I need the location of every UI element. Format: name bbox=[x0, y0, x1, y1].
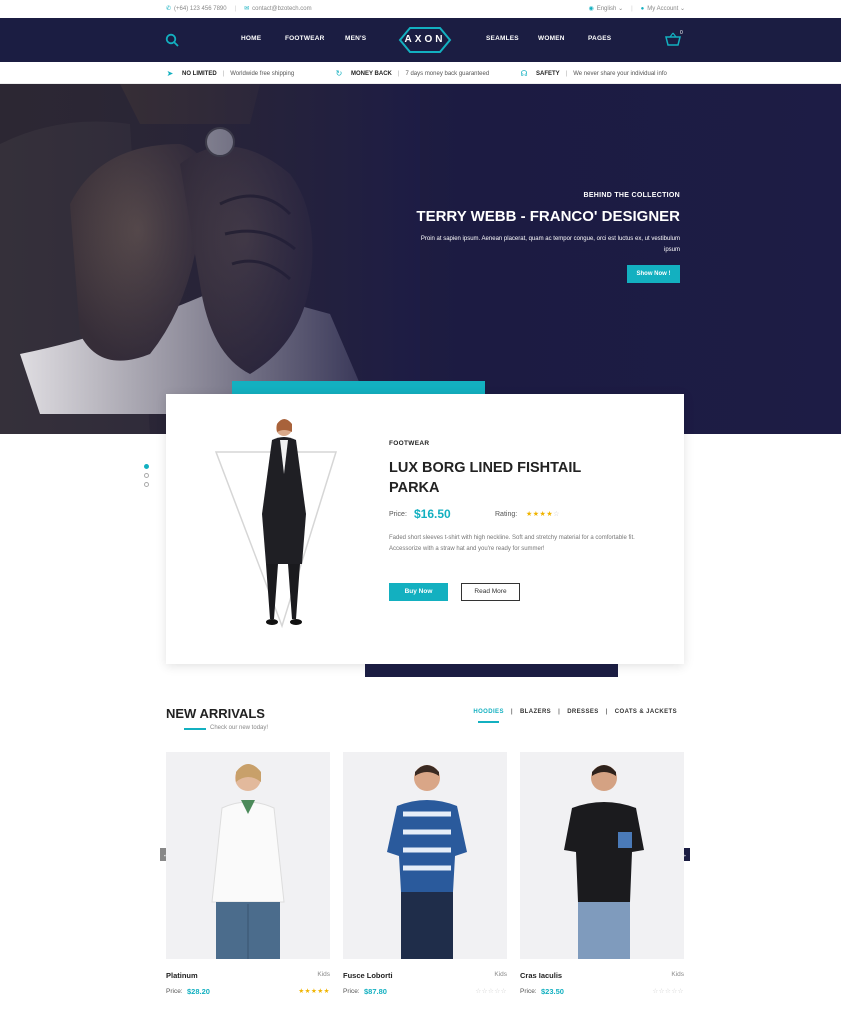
phone-icon: ✆ bbox=[166, 6, 172, 12]
navy-accent-bar bbox=[365, 664, 618, 677]
divider: | bbox=[222, 70, 225, 77]
contact-email[interactable]: ✉ contact@bzotech.com bbox=[244, 5, 311, 12]
category-tabs: HOODIES | BLAZERS | DRESSES | COATS & JA… bbox=[466, 709, 684, 723]
user-icon: ● bbox=[640, 6, 645, 12]
nav-item-seamles[interactable]: SEAMLES bbox=[486, 35, 519, 42]
nav-item-women[interactable]: WOMEN bbox=[538, 35, 565, 42]
divider: | bbox=[631, 5, 633, 12]
nav-item-footwear[interactable]: FOOTWEAR bbox=[285, 35, 325, 42]
rating-stars: ★★★★☆ bbox=[526, 510, 560, 518]
featured-product-card: FOOTWEAR LUX BORG LINED FISHTAIL PARKA P… bbox=[166, 394, 684, 664]
star-icon: ★★★★★ bbox=[298, 988, 330, 995]
product-card[interactable]: Cras Iaculis Kids Price: $23.50 ☆☆☆☆☆ bbox=[520, 752, 684, 996]
buy-now-button[interactable]: Buy Now bbox=[389, 583, 448, 601]
tab-blazers[interactable]: BLAZERS bbox=[513, 709, 558, 715]
contact-phone[interactable]: ✆ (+64) 123 456 7890 bbox=[166, 5, 227, 12]
product-price: $28.20 bbox=[187, 987, 210, 996]
product-title[interactable]: LUX BORG LINED FISHTAIL PARKA bbox=[389, 458, 589, 498]
section-subtitle: Check our new today! bbox=[210, 725, 269, 731]
product-image[interactable] bbox=[343, 752, 507, 959]
feature-safety: ☊ SAFETY | We never share your individua… bbox=[520, 69, 667, 78]
product-price: $87.80 bbox=[364, 987, 387, 996]
divider: | bbox=[234, 5, 237, 12]
product-category: Kids bbox=[494, 971, 507, 978]
hero-title: TERRY WEBB - FRANCO' DESIGNER bbox=[416, 208, 680, 225]
product-image[interactable] bbox=[520, 752, 684, 959]
price-label: Price: bbox=[389, 511, 407, 518]
price-label: Price: bbox=[343, 988, 360, 995]
product-image[interactable] bbox=[166, 752, 330, 959]
product-description: Faded short sleeves t-shirt with high ne… bbox=[389, 535, 635, 552]
read-more-button[interactable]: Read More bbox=[461, 583, 520, 601]
logo-text: AXON bbox=[404, 34, 446, 45]
divider: | bbox=[397, 70, 400, 77]
hero-subtitle: Proin at sapien ipsum. Aenean placerat, … bbox=[420, 236, 680, 253]
product-category: FOOTWEAR bbox=[389, 440, 430, 447]
show-now-button[interactable]: Show Now ! bbox=[627, 265, 680, 283]
slider-dot[interactable] bbox=[144, 464, 149, 469]
product-name[interactable]: Platinum bbox=[166, 971, 198, 980]
divider: | bbox=[565, 70, 568, 77]
mail-icon: ✉ bbox=[244, 6, 250, 12]
star-icon: ★★★★ bbox=[526, 511, 554, 518]
top-bar: ✆ (+64) 123 456 7890 | ✉ contact@bzotech.c… bbox=[0, 0, 841, 18]
product-price: $16.50 bbox=[414, 507, 451, 521]
nav-item-mens[interactable]: MEN'S bbox=[345, 35, 366, 42]
send-icon: ➤ bbox=[166, 69, 174, 78]
feature-money-back: ↻ MONEY BACK | 7 days money back guarant… bbox=[335, 69, 490, 78]
search-icon[interactable] bbox=[165, 33, 179, 47]
section-title: NEW ARRIVALS bbox=[166, 706, 265, 721]
star-empty-icon: ☆☆☆☆☆ bbox=[475, 988, 507, 995]
product-price: $23.50 bbox=[541, 987, 564, 996]
cart-count: 0 bbox=[680, 30, 683, 36]
product-card[interactable]: Platinum Kids Price: $28.20 ★★★★★ bbox=[166, 752, 330, 996]
logo[interactable]: AXON bbox=[392, 26, 458, 54]
price-label: Price: bbox=[520, 988, 537, 995]
price-label: Price: bbox=[166, 988, 183, 995]
nav-item-pages[interactable]: PAGES bbox=[588, 35, 611, 42]
hero-kicker: BEHIND THE COLLECTION bbox=[583, 192, 680, 199]
language-selector[interactable]: ◉ English ⌄ bbox=[588, 5, 623, 12]
refresh-icon: ↻ bbox=[335, 69, 343, 78]
feature-shipping: ➤ NO LIMITED | Worldwide free shipping bbox=[166, 69, 295, 78]
tab-dresses[interactable]: DRESSES bbox=[560, 709, 605, 715]
star-empty-icon: ☆ bbox=[553, 511, 560, 518]
rating-label: Rating: bbox=[495, 511, 518, 518]
product-category: Kids bbox=[317, 971, 330, 978]
chevron-down-icon: ⌄ bbox=[618, 6, 624, 12]
slider-dot[interactable] bbox=[144, 482, 149, 487]
product-card[interactable]: Fusce Loborti Kids Price: $87.80 ☆☆☆☆☆ bbox=[343, 752, 507, 996]
product-image[interactable] bbox=[214, 414, 344, 634]
features-strip: ➤ NO LIMITED | Worldwide free shipping ↻… bbox=[0, 62, 841, 84]
title-underline bbox=[184, 728, 206, 730]
headset-icon: ☊ bbox=[520, 69, 528, 78]
star-empty-icon: ☆☆☆☆☆ bbox=[652, 988, 684, 995]
product-name[interactable]: Fusce Loborti bbox=[343, 971, 393, 980]
slider-dot[interactable] bbox=[144, 473, 149, 478]
accent-bar bbox=[232, 381, 485, 395]
product-category: Kids bbox=[671, 971, 684, 978]
chevron-down-icon: ⌄ bbox=[679, 6, 685, 12]
product-name[interactable]: Cras Iaculis bbox=[520, 971, 562, 980]
nav-item-home[interactable]: HOME bbox=[241, 35, 261, 42]
hero-banner: BEHIND THE COLLECTION TERRY WEBB - FRANC… bbox=[0, 84, 841, 434]
account-menu[interactable]: ● My Account ⌄ bbox=[641, 5, 685, 12]
tab-coats-jackets[interactable]: COATS & JACKETS bbox=[608, 709, 684, 715]
main-nav: HOME FOOTWEAR MEN'S AXON SEAMLES WOMEN P… bbox=[0, 18, 841, 62]
globe-icon: ◉ bbox=[588, 6, 594, 12]
tab-hoodies[interactable]: HOODIES bbox=[466, 709, 510, 723]
slider-dots bbox=[144, 464, 149, 491]
